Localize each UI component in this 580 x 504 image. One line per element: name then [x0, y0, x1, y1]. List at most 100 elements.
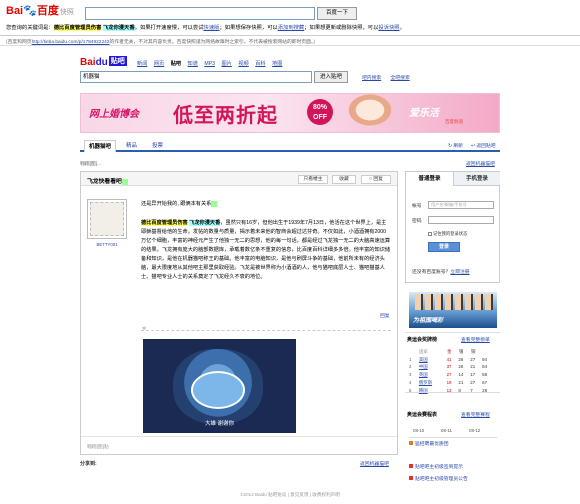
logo-bai: Bai [80, 57, 96, 68]
silver: 8 [458, 387, 461, 393]
tieba-logo[interactable]: Baidu 贴吧 [80, 56, 127, 68]
nav-news[interactable]: 新闻 [137, 61, 147, 67]
post-footer: 翱翔[图]贴 [81, 436, 397, 455]
rank: 5 [409, 387, 412, 393]
divider [0, 35, 580, 36]
gold: 19 [446, 379, 452, 385]
tab-normal-login[interactable]: 普通登录 [406, 172, 453, 186]
nav-mp3[interactable]: MP3 [204, 61, 215, 67]
first-line-text: 还是异开始我的, 跟俩本有关系 [141, 201, 212, 207]
nav-web[interactable]: 网页 [154, 61, 164, 67]
info-mid2: ；如果想保存快照，可以 [219, 25, 278, 31]
tab-featured[interactable]: 精品 [126, 140, 137, 152]
banner-model-image [337, 94, 403, 132]
nav-map[interactable]: 地图 [272, 61, 282, 67]
schedule-more-link[interactable]: 查看完整赛程 [461, 411, 490, 418]
banner-brand: 爱乐活 [409, 108, 439, 119]
bottom-back-link[interactable]: 返回机器猫吧 [360, 460, 389, 467]
table-row[interactable]: 2 中国 37 26 21 84 [409, 363, 494, 371]
date-tab[interactable]: 08-11 [441, 428, 452, 433]
keyword-highlight-1: 德比百度管理员伤害 [53, 25, 102, 31]
quote-icon: ✲ [142, 326, 147, 332]
back-to-tieba-link[interactable]: ↩ 返回贴吧 [471, 142, 496, 149]
back-to-forum-link[interactable]: 返回机器猫吧 [466, 160, 495, 167]
schedule-item-text: 猛招聘最优质团 [415, 442, 449, 447]
banner-slogan: 低至两折起 [173, 105, 278, 127]
tab-vote[interactable]: 投票 [152, 140, 163, 152]
sidebar-ad[interactable]: 为祖国喝彩 [409, 292, 497, 328]
header-gold: 金 [447, 349, 452, 354]
country[interactable]: 韩国 [419, 387, 447, 395]
account-label: 帐号 [412, 204, 422, 209]
reply-button[interactable]: ○ 回复 [361, 175, 391, 184]
medal-more-link[interactable]: 查看完整榜单 [461, 336, 490, 343]
only-author-button[interactable]: 只看楼主 [298, 175, 328, 184]
tieba-search-input[interactable]: 机器猫 [80, 71, 312, 83]
table-row[interactable]: 4 俄罗斯 19 21 27 67 [409, 379, 494, 387]
add-favorite-link[interactable]: 添加到搜藏 [278, 25, 305, 31]
tab-phone-login[interactable]: 手机登录 [453, 172, 500, 186]
country[interactable]: 俄罗斯 [419, 379, 447, 387]
nav-zhidao[interactable]: 知道 [188, 61, 198, 67]
table-row[interactable]: 3 英国 27 14 17 58 [409, 371, 494, 379]
country[interactable]: 英国 [419, 371, 447, 379]
country[interactable]: 美国 [419, 356, 447, 364]
bullet-icon [409, 464, 413, 468]
medal-header-row: 国家 金 银 铜 [409, 348, 494, 356]
schedule-item[interactable]: 猛招聘最优质团 [409, 440, 449, 447]
product-nav: 新闻 网页 贴吧 知道 MP3 图片 视频 百科 地图 [137, 60, 287, 67]
bronze: 21 [470, 364, 476, 370]
register-link[interactable]: 立即注册 [450, 270, 469, 275]
all-forum-search-link[interactable]: 全吧搜索 [391, 76, 410, 81]
tab-forum-home[interactable]: 机器猫吧 [84, 140, 116, 152]
image-caption: 大雄 谢谢你 [205, 421, 235, 427]
baidu-snapshot-logo[interactable]: Bai🐾百度快照 [6, 5, 74, 19]
report-snapshot-link[interactable]: 投诉快照 [378, 25, 399, 31]
avatar[interactable] [87, 199, 127, 239]
table-row[interactable]: 1 美国 41 26 27 94 [409, 356, 494, 364]
remember-checkbox[interactable]: 记住我的登录状态 [428, 231, 467, 237]
nav-tieba[interactable]: 贴吧 [171, 61, 181, 67]
rank: 1 [409, 356, 412, 362]
author-name[interactable]: BETTY001 [87, 242, 127, 247]
refresh-link[interactable]: ↻ 刷新 [448, 142, 463, 149]
logo-bai: Bai [6, 5, 24, 17]
post-divider [141, 330, 391, 331]
nav-images[interactable]: 图片 [222, 61, 232, 67]
post-reply-link[interactable]: 回复 [380, 312, 390, 319]
register-line: 还没有百度账号？立即注册 [412, 268, 470, 275]
table-row[interactable]: 5 韩国 13 8 7 28 [409, 387, 494, 395]
notice-link-1[interactable]: 贴吧吧主初级签到提示 [409, 463, 463, 470]
logo-suffix: 快照 [59, 9, 74, 16]
notice-link-2[interactable]: 贴吧吧主初级管理员公告 [409, 475, 468, 482]
in-forum-search-link[interactable]: 吧内搜索 [362, 76, 381, 81]
fast-version-link[interactable]: 快速版 [204, 25, 220, 31]
country[interactable]: 中国 [419, 363, 447, 371]
total: 84 [482, 364, 488, 370]
post-image[interactable]: 大雄 谢谢你 [143, 339, 296, 433]
snapshot-search-button[interactable]: 百度一下 [317, 7, 357, 20]
nav-baike[interactable]: 百科 [255, 61, 265, 67]
date-tab[interactable]: 08-12 [469, 428, 480, 433]
snapshot-search-input[interactable] [85, 7, 315, 20]
share-label: 分享到: [80, 461, 97, 467]
bronze: 27 [470, 379, 476, 385]
search-tools: 吧内搜索 全吧搜索 [362, 74, 418, 81]
total: 58 [482, 372, 488, 378]
account-input[interactable]: 用户名/邮箱/手机号 [428, 201, 494, 209]
date-tab[interactable]: 08-10 [413, 428, 424, 433]
post-first-line: 还是异开始我的, 跟俩本有关系 [141, 200, 217, 207]
refresh-label: 刷新 [453, 144, 463, 149]
nav-video[interactable]: 视频 [238, 61, 248, 67]
password-label: 密码 [412, 219, 422, 224]
image-character [191, 371, 245, 409]
favorite-button[interactable]: 收藏 [332, 175, 356, 184]
ad-banner[interactable]: 网上婚博会 低至两折起 80% OFF 爱乐活 百度频道 [80, 93, 500, 133]
enter-tieba-button[interactable]: 进入贴吧 [314, 71, 348, 83]
gold: 37 [446, 364, 452, 370]
login-button[interactable]: 登录 [428, 242, 460, 252]
register-prefix: 还没有百度账号？ [412, 270, 451, 275]
notice-text-2: 贴吧吧主初级管理员公告 [415, 477, 468, 482]
header-country: 国家 [419, 349, 428, 354]
password-input[interactable] [428, 216, 494, 224]
